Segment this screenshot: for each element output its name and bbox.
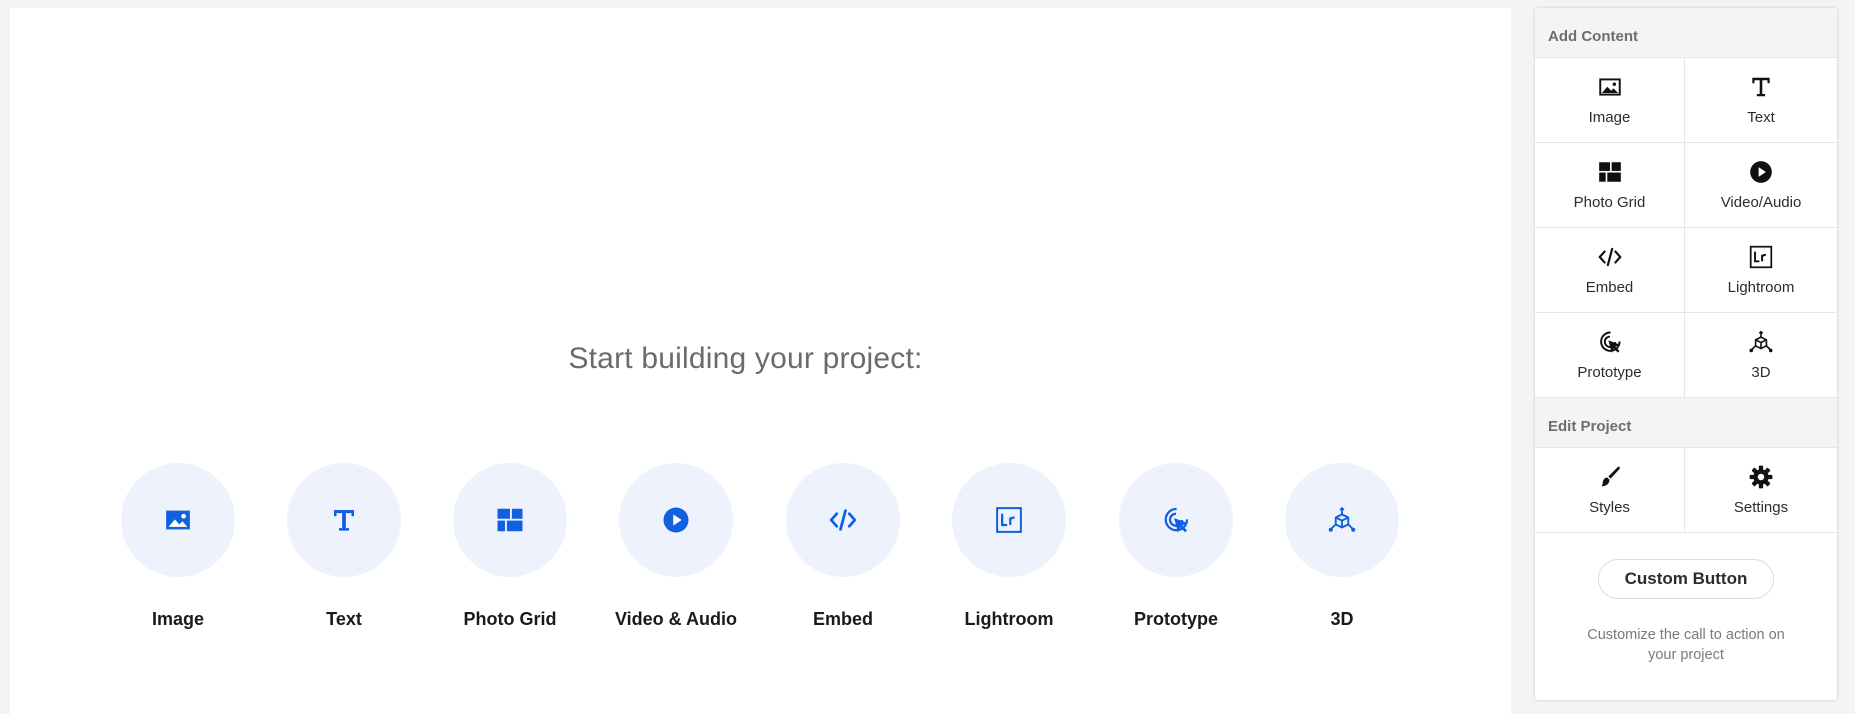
brush-icon bbox=[1600, 466, 1620, 487]
custom-button-description: Customize the call to action on your pro… bbox=[1587, 627, 1785, 663]
project-canvas: Start building your project: Image Text … bbox=[10, 8, 1511, 714]
sidebar-item-label: Image bbox=[1588, 109, 1631, 126]
sidebar-item-image[interactable]: Image bbox=[1535, 58, 1685, 143]
add-content-grid: Image Text Photo Grid Video/Audio Embed … bbox=[1535, 58, 1837, 398]
sidebar-item-embed[interactable]: Embed bbox=[1535, 228, 1685, 313]
tile-label: 3D bbox=[1330, 609, 1354, 629]
canvas-heading: Start building your project: bbox=[568, 342, 923, 375]
play-icon bbox=[1750, 161, 1772, 183]
lightroom-icon bbox=[952, 463, 1066, 577]
text-icon bbox=[1752, 77, 1770, 97]
sidebar-item-photo-grid[interactable]: Photo Grid bbox=[1535, 143, 1685, 228]
sidebar-item-label: Photo Grid bbox=[1573, 194, 1646, 211]
sidebar-item-label: Prototype bbox=[1577, 364, 1642, 381]
cube-3d-icon bbox=[1749, 330, 1773, 353]
sidebar-item-label: 3D bbox=[1751, 364, 1771, 381]
cursor-click-icon bbox=[1119, 463, 1233, 577]
lightroom-icon bbox=[1749, 245, 1773, 269]
add-3d-tile[interactable]: 3D bbox=[1242, 463, 1442, 630]
sidebar-item-label: Settings bbox=[1733, 499, 1789, 516]
custom-button[interactable]: Custom Button bbox=[1597, 559, 1775, 599]
sidebar-item-label: Embed bbox=[1585, 279, 1634, 296]
image-icon bbox=[121, 463, 235, 577]
sidebar-item-styles[interactable]: Styles bbox=[1535, 448, 1685, 533]
content-sidebar: Add Content Image Text Photo Grid Video/… bbox=[1535, 8, 1837, 700]
code-icon bbox=[1598, 247, 1621, 267]
sidebar-item-prototype[interactable]: Prototype bbox=[1535, 313, 1685, 398]
gear-icon bbox=[1749, 465, 1773, 489]
sidebar-item-label: Video/Audio bbox=[1720, 194, 1802, 211]
text-icon bbox=[287, 463, 401, 577]
sidebar-item-text[interactable]: Text bbox=[1685, 58, 1837, 143]
custom-button-section: Custom Button Customize the call to acti… bbox=[1535, 533, 1837, 665]
edit-project-header: Edit Project bbox=[1535, 398, 1837, 448]
sidebar-item-label: Text bbox=[1747, 109, 1775, 126]
sidebar-item-3d[interactable]: 3D bbox=[1685, 313, 1837, 398]
sidebar-item-video-audio[interactable]: Video/Audio bbox=[1685, 143, 1837, 228]
photo-grid-icon bbox=[1598, 162, 1621, 182]
edit-project-grid: Styles Settings bbox=[1535, 448, 1837, 533]
play-icon bbox=[619, 463, 733, 577]
add-content-header: Add Content bbox=[1535, 8, 1837, 58]
cursor-click-icon bbox=[1599, 331, 1621, 353]
sidebar-item-label: Lightroom bbox=[1727, 279, 1795, 296]
sidebar-item-label: Styles bbox=[1589, 499, 1630, 516]
sidebar-item-settings[interactable]: Settings bbox=[1685, 448, 1837, 533]
cube-3d-icon bbox=[1285, 463, 1399, 577]
photo-grid-icon bbox=[453, 463, 567, 577]
sidebar-item-lightroom[interactable]: Lightroom bbox=[1685, 228, 1837, 313]
image-icon bbox=[1598, 78, 1621, 96]
code-icon bbox=[786, 463, 900, 577]
